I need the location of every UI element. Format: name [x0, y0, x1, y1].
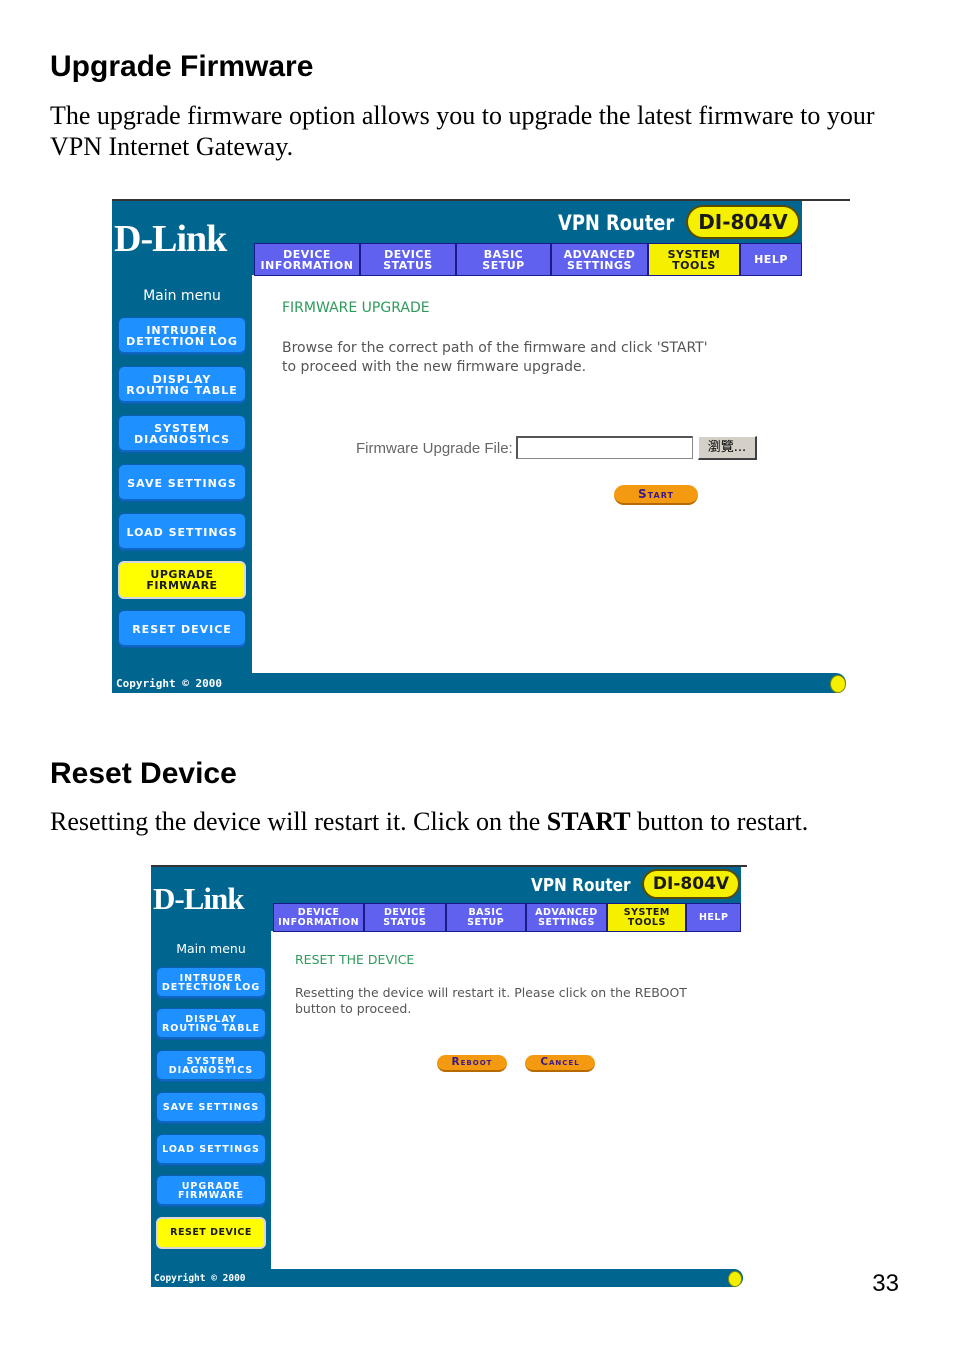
status-dot-icon — [728, 1271, 742, 1287]
menu-system-diagnostics[interactable]: SYSTEM DIAGNOSTICS — [118, 415, 246, 453]
tab-help[interactable]: HELP — [687, 904, 740, 931]
menu-load-settings[interactable]: LOAD SETTINGS — [118, 513, 246, 551]
tab-basic-setup[interactable]: BASIC SETUP — [457, 244, 552, 275]
footer-bar: Copyright © 2000 — [112, 673, 846, 693]
top-nav-tabs: DEVICE INFORMATION DEVICE STATUS BASIC SETU… — [254, 243, 802, 276]
tab-device-status[interactable]: DEVICE STATUS — [365, 904, 447, 931]
tab-help[interactable]: HELP — [741, 244, 801, 275]
menu-save-settings[interactable]: SAVE SETTINGS — [118, 464, 246, 502]
tab-device-information[interactable]: DEVICE INFORMATION — [274, 904, 366, 931]
section-heading-upgrade-firmware: Upgrade Firmware — [50, 50, 314, 83]
menu-display-routing-table[interactable]: DISPLAY ROUTING TABLE — [118, 366, 246, 404]
menu-upgrade-firmware[interactable]: UPGRADE FIRMWARE — [118, 561, 246, 599]
start-button[interactable]: Start — [614, 485, 698, 505]
section-heading-reset-device: Reset Device — [50, 757, 237, 790]
tab-system-tools[interactable]: SYSTEM TOOLS — [608, 904, 688, 931]
copyright-text: Copyright © 2000 — [116, 676, 222, 690]
reset-device-title: RESET THE DEVICE — [295, 952, 415, 967]
reboot-button[interactable]: Reboot — [437, 1055, 507, 1072]
firmware-upgrade-title: FIRMWARE UPGRADE — [282, 300, 430, 316]
firmware-upgrade-description: Browse for the correct path of the firmw… — [282, 340, 708, 375]
menu-reset-device[interactable]: RESET DEVICE — [156, 1217, 266, 1249]
top-nav-tabs: DEVICE INFORMATION DEVICE STATUS BASIC SETU… — [273, 903, 741, 932]
browse-button[interactable]: 瀏覽... — [698, 436, 757, 460]
cancel-button[interactable]: Cancel — [525, 1055, 595, 1072]
tab-device-status[interactable]: DEVICE STATUS — [361, 244, 457, 275]
status-dot-icon — [830, 675, 846, 693]
menu-intruder-detection-log[interactable]: INTRUDER DETECTION LOG — [156, 967, 266, 999]
router-screenshot-reset: D-Link VPN Router DI-804V DEVICE INFORMAT… — [151, 865, 747, 1287]
menu-load-settings[interactable]: LOAD SETTINGS — [156, 1134, 266, 1166]
copyright-text: Copyright © 2000 — [154, 1272, 246, 1284]
reset-device-description: Resetting the device will restart it. Pl… — [295, 985, 687, 1016]
model-badge: DI-804V — [686, 205, 800, 239]
model-badge: DI-804V — [642, 869, 740, 899]
tab-system-tools[interactable]: SYSTEM TOOLS — [649, 244, 741, 275]
menu-system-diagnostics[interactable]: SYSTEM DIAGNOSTICS — [156, 1050, 266, 1082]
menu-intruder-detection-log[interactable]: INTRUDER DETECTION LOG — [118, 317, 246, 355]
firmware-file-input[interactable] — [516, 436, 693, 459]
page-number: 33 — [872, 1270, 899, 1297]
firmware-file-label: Firmware Upgrade File: — [356, 440, 513, 457]
tab-basic-setup[interactable]: BASIC SETUP — [446, 904, 527, 931]
section-body-reset-device: Resetting the device will restart it. Cl… — [50, 807, 809, 836]
main-menu-label: Main menu — [143, 288, 221, 304]
dlink-logo[interactable]: D-Link — [153, 881, 244, 917]
menu-reset-device[interactable]: RESET DEVICE — [118, 610, 246, 648]
menu-upgrade-firmware[interactable]: UPGRADE FIRMWARE — [156, 1175, 266, 1207]
tab-advanced-settings[interactable]: ADVANCED SETTINGS — [526, 904, 609, 931]
product-title: VPN Router — [531, 875, 631, 896]
product-title: VPN Router — [558, 211, 675, 235]
menu-save-settings[interactable]: SAVE SETTINGS — [156, 1092, 266, 1124]
tab-device-information[interactable]: DEVICE INFORMATION — [255, 244, 361, 275]
tab-advanced-settings[interactable]: ADVANCED SETTINGS — [552, 244, 649, 275]
menu-display-routing-table[interactable]: DISPLAY ROUTING TABLE — [156, 1008, 266, 1040]
router-screenshot-upgrade: D-Link VPN Router DI-804V DEVICE INFORMAT… — [112, 199, 850, 693]
section-body-upgrade-firmware: The upgrade firmware option allows you t… — [50, 101, 875, 161]
dlink-logo[interactable]: D-Link — [114, 217, 227, 261]
footer-bar: Copyright © 2000 — [151, 1269, 743, 1287]
main-menu-label: Main menu — [176, 941, 246, 956]
